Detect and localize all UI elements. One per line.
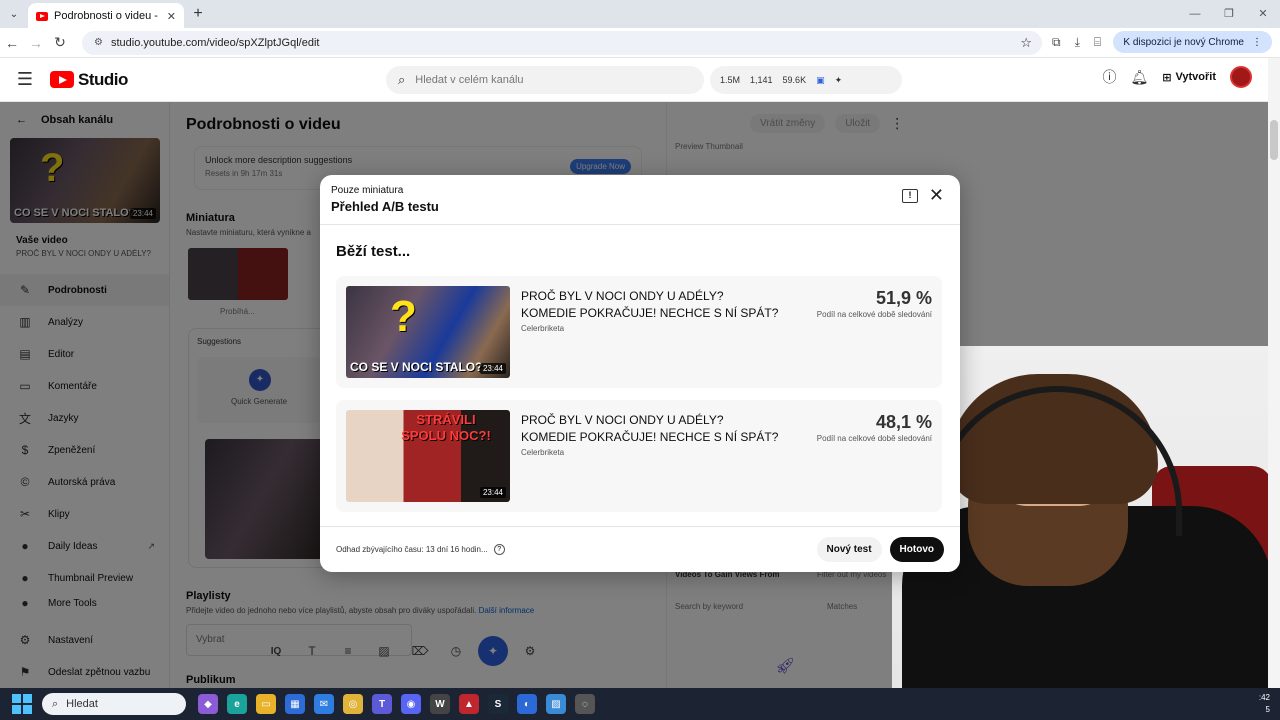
clock-time: :42 [1258,693,1270,702]
youtube-favicon-icon [36,11,48,21]
create-button[interactable]: ⊞ Vytvořit [1162,71,1216,84]
teams-icon[interactable]: T [372,694,392,714]
system-clock[interactable]: :42 5 [1259,692,1270,716]
search-placeholder: Hledat v celém kanálu [415,74,524,86]
search-icon: ⌕ [398,72,406,87]
dialog-subtitle: Pouze miniatura [331,185,404,196]
variant-channel: Celerbriketa [521,448,565,457]
discord-icon[interactable]: ◉ [401,694,421,714]
extension-icon[interactable]: ▣ [816,75,825,86]
variant-channel: Celerbriketa [521,324,565,333]
test-status: Běží test... [336,243,411,260]
browser-tab[interactable]: Podrobnosti o videu - YouTube ✕ [28,3,184,29]
file-explorer-icon[interactable]: ▭ [256,694,276,714]
extensions-icon[interactable]: ⧉ [1052,35,1061,50]
update-label: K dispozici je nový Chrome [1123,36,1244,48]
studio-logo[interactable]: Studio [50,70,128,90]
clock-date: 5 [1265,705,1270,714]
copilot-icon[interactable]: ◆ [198,694,218,714]
dialog-title: Přehled A/B testu [331,199,439,214]
dialog-footer: Odhad zbývajícího času: 13 dní 16 hodin.… [320,526,960,572]
feedback-icon[interactable]: ! [902,189,918,203]
close-icon[interactable]: ✕ [929,185,944,206]
done-button[interactable]: Hotovo [889,537,944,562]
url-text: studio.youtube.com/video/spXZlptJGql/edi… [110,36,320,49]
forward-arrow-icon[interactable]: → [24,35,48,51]
tab-title: Podrobnosti o videu - YouTube [54,10,161,22]
variant-thumbnail: STRÁVILI SPOLU NOC?! 23:44 [346,410,510,502]
search-icon: ⌕ [52,697,59,710]
studio-logo-text: Studio [78,69,128,89]
ab-test-dialog: Pouze miniatura Přehled A/B testu ! ✕ Bě… [320,175,960,572]
subscribers-stat: 1.5M [720,75,741,85]
reload-icon[interactable]: ↻ [48,34,72,51]
watch-time-share-label: Podíl na celkové době sledování [816,310,932,319]
watch-time-share: 51,9 % [875,288,932,308]
youtube-logo-icon [50,71,74,88]
kebab-menu-icon[interactable]: ⋮ [1252,37,1262,48]
variant-card-a: ? CO SE V NOCI STALO? 23:44 PROČ BYL V N… [336,276,942,388]
chrome-icon[interactable]: ◎ [343,694,363,714]
variant-title: PROČ BYL V NOCI ONDY U ADÉLY? KOMEDIE PO… [521,413,779,444]
variant-title: PROČ BYL V NOCI ONDY U ADÉLY? KOMEDIE PO… [521,289,779,320]
watch-time-share-label: Podíl na celkové době sledování [816,434,932,443]
tab-close-icon[interactable]: ✕ [167,10,176,23]
watch-stat: 59.6K [782,75,807,85]
cast-icon[interactable]: ⌸ [1094,35,1101,50]
windows-start-icon[interactable] [12,694,32,714]
tab-search-button[interactable]: ⌄ [0,0,28,28]
channel-avatar[interactable] [1230,66,1252,88]
help-icon[interactable]: ? [493,544,505,555]
scrollbar-thumb[interactable] [1270,120,1278,160]
watch-time-share: 48,1 % [875,412,932,432]
site-info-icon[interactable]: ⚙ [94,37,103,48]
store-icon[interactable]: ▦ [285,694,305,714]
pin-icon[interactable]: ✦ [835,75,843,86]
taskbar-search-placeholder: Hledat [66,698,98,710]
variant-thumbnail: ? CO SE V NOCI STALO? 23:44 [346,286,510,378]
create-label: Vytvořit [1175,71,1216,83]
app-icon-3[interactable]: ▨ [546,694,566,714]
new-tab-button[interactable]: + [184,5,212,23]
dialog-header: Pouze miniatura Přehled A/B testu ! ✕ [320,175,960,225]
obs-icon[interactable]: ◌ [575,694,595,714]
video-duration: 23:44 [479,363,506,374]
channel-stats[interactable]: 1.5M 1,141 59.6K ▣ ✦ [710,66,902,94]
close-window-icon[interactable]: ✕ [1246,0,1280,28]
variant-card-b: STRÁVILI SPOLU NOC?! 23:44 PROČ BYL V NO… [336,400,942,512]
wikipedia-icon[interactable]: W [430,694,450,714]
address-bar-row: ← → ↻ ⚙ studio.youtube.com/video/spXZlpt… [0,28,1280,58]
windows-taskbar: ⌕ Hledat ◆ e ▭ ▦ ✉ ◎ T ◉ W ▲ S ◐ ▨ ◌ :42… [0,688,1280,720]
download-icon[interactable]: ⤓ [1075,35,1080,50]
app-icon[interactable]: ▲ [459,694,479,714]
mail-icon[interactable]: ✉ [314,694,334,714]
bookmark-star-icon[interactable]: ☆ [1020,35,1032,51]
edge-icon[interactable]: e [227,694,247,714]
question-mark-graphic: ? [390,292,417,341]
views-stat: 1,141 [750,75,773,85]
chrome-update-button[interactable]: K dispozici je nový Chrome ⋮ [1113,31,1272,53]
new-test-button[interactable]: Nový test [816,537,882,562]
url-field[interactable]: ⚙ studio.youtube.com/video/spXZlptJGql/e… [82,30,1042,55]
thumbnail-caption: CO SE V NOCI STALO? [350,360,483,374]
taskbar-search-input[interactable]: ⌕ Hledat [42,693,186,715]
browser-tab-bar: ⌄ Podrobnosti o videu - YouTube ✕ + — ❐ … [0,0,1280,29]
back-arrow-icon[interactable]: ← [0,35,24,51]
time-estimate: Odhad zbývajícího času: 13 dní 16 hodin.… [336,545,488,554]
notifications-bell-icon[interactable]: 🔔︎ [1130,69,1148,86]
maximize-icon[interactable]: ❐ [1212,0,1246,28]
video-duration: 23:44 [479,487,506,498]
studio-header: ☰ Studio ⌕ Hledat v celém kanálu 1.5M 1,… [0,58,1268,102]
help-icon[interactable]: ⓘ [1102,67,1116,87]
menu-icon[interactable]: ☰ [0,69,50,90]
camera-plus-icon: ⊞ [1162,71,1172,84]
window-controls: — ❐ ✕ [1178,0,1280,28]
page-scrollbar[interactable] [1268,58,1280,688]
app-icon-2[interactable]: ◐ [517,694,537,714]
minimize-icon[interactable]: — [1178,0,1212,28]
channel-search-input[interactable]: ⌕ Hledat v celém kanálu [386,66,704,94]
thumbnail-caption: STRÁVILI SPOLU NOC?! [401,412,491,443]
steam-icon[interactable]: S [488,694,508,714]
